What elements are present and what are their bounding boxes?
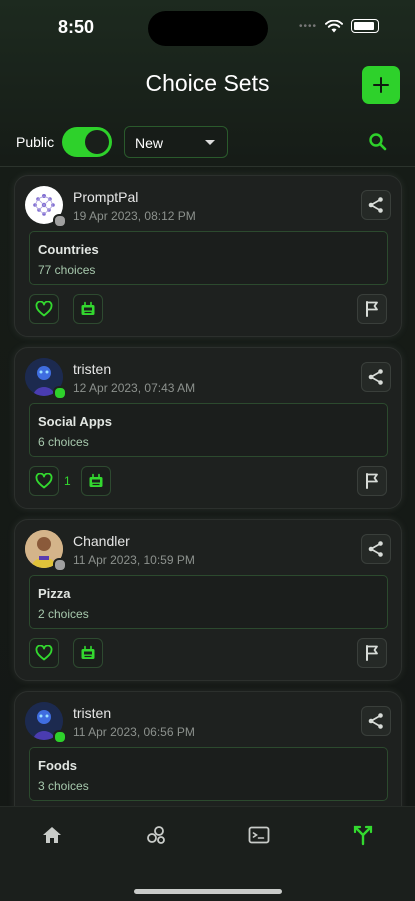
like-button[interactable] (29, 294, 59, 324)
robot-icon (81, 301, 95, 315)
timestamp: 19 Apr 2023, 08:12 PM (73, 209, 196, 223)
dynamic-island (148, 11, 268, 46)
signal-icon: •••• (298, 20, 317, 32)
timestamp: 11 Apr 2023, 10:59 PM (73, 553, 195, 567)
choice-count: 6 choices (38, 435, 89, 449)
choice-set-summary[interactable]: Foods 3 choices (29, 747, 388, 801)
choice-set-summary[interactable]: Social Apps 6 choices (29, 403, 388, 457)
choice-count: 2 choices (38, 607, 89, 621)
tab-home[interactable] (2, 815, 102, 855)
ai-play-button[interactable] (73, 294, 103, 324)
wifi-icon (325, 19, 343, 32)
add-choice-set-button[interactable] (362, 66, 400, 104)
flag-icon (366, 645, 378, 661)
choice-set-name: Foods (38, 758, 77, 773)
username[interactable]: tristen (73, 361, 111, 377)
username[interactable]: Chandler (73, 533, 130, 549)
share-button[interactable] (361, 534, 391, 564)
timestamp: 11 Apr 2023, 06:56 PM (73, 725, 195, 739)
choice-set-name: Social Apps (38, 414, 112, 429)
like-button[interactable] (29, 638, 59, 668)
presence-indicator (53, 214, 67, 228)
choice-set-name: Pizza (38, 586, 71, 601)
page-title: Choice Sets (145, 70, 270, 96)
header: Choice Sets (0, 56, 415, 116)
status-time: 8:50 (58, 17, 95, 37)
public-toggle[interactable] (62, 127, 112, 157)
presence-indicator (53, 730, 67, 744)
flag-icon (366, 473, 378, 489)
ai-play-button[interactable] (73, 638, 103, 668)
terminal-icon (248, 826, 270, 844)
search-icon (369, 133, 387, 151)
branch-arrows-icon (353, 825, 373, 846)
share-button[interactable] (361, 706, 391, 736)
flag-icon (366, 301, 378, 317)
report-button[interactable] (357, 294, 387, 324)
tab-groups[interactable] (106, 815, 206, 855)
tab-console[interactable] (209, 815, 309, 855)
choice-set-card[interactable]: Chandler 11 Apr 2023, 10:59 PM Pizza 2 c… (14, 519, 402, 681)
robot-icon (81, 645, 95, 659)
heart-icon (35, 645, 53, 661)
choice-set-card[interactable]: tristen 12 Apr 2023, 07:43 AM Social App… (14, 347, 402, 509)
ai-play-button[interactable] (81, 466, 111, 496)
share-icon (368, 541, 383, 557)
report-button[interactable] (357, 638, 387, 668)
status-icons: •••• (299, 19, 379, 33)
choice-count: 77 choices (38, 263, 96, 277)
share-button[interactable] (361, 362, 391, 392)
username[interactable]: tristen (73, 705, 111, 721)
choice-count: 3 choices (38, 779, 89, 793)
choice-set-card[interactable]: tristen 11 Apr 2023, 06:56 PM Foods 3 ch… (14, 691, 402, 806)
choice-set-summary[interactable]: Countries 77 choices (29, 231, 388, 285)
choice-set-card[interactable]: PromptPal 19 Apr 2023, 08:12 PM Countrie… (14, 175, 402, 337)
public-label: Public (16, 134, 55, 150)
home-icon (43, 827, 61, 843)
choice-set-summary[interactable]: Pizza 2 choices (29, 575, 388, 629)
choice-set-feed[interactable]: PromptPal 19 Apr 2023, 08:12 PM Countrie… (0, 167, 415, 806)
tab-choice-sets[interactable] (313, 815, 413, 855)
share-icon (368, 369, 383, 385)
plus-icon (373, 77, 389, 93)
filter-bar: Public New (0, 124, 415, 164)
sort-select[interactable]: New (124, 126, 228, 158)
heart-icon (35, 473, 53, 489)
presence-indicator (53, 386, 67, 400)
chevron-down-icon (205, 140, 215, 145)
share-icon (368, 713, 383, 729)
circles-icon (147, 826, 165, 844)
choice-set-name: Countries (38, 242, 99, 257)
heart-icon (35, 301, 53, 317)
share-button[interactable] (361, 190, 391, 220)
like-button[interactable] (29, 466, 59, 496)
sort-select-value: New (135, 135, 164, 151)
status-bar: 8:50 •••• (0, 0, 415, 56)
battery-icon (351, 19, 379, 33)
search-button[interactable] (367, 131, 389, 153)
toggle-knob (85, 130, 109, 154)
bottom-tab-bar (0, 806, 415, 901)
share-icon (368, 197, 383, 213)
like-count: 1 (64, 474, 71, 488)
report-button[interactable] (357, 466, 387, 496)
robot-icon (89, 473, 103, 487)
home-indicator (134, 889, 282, 894)
presence-indicator (53, 558, 67, 572)
timestamp: 12 Apr 2023, 07:43 AM (73, 381, 196, 395)
username[interactable]: PromptPal (73, 189, 138, 205)
